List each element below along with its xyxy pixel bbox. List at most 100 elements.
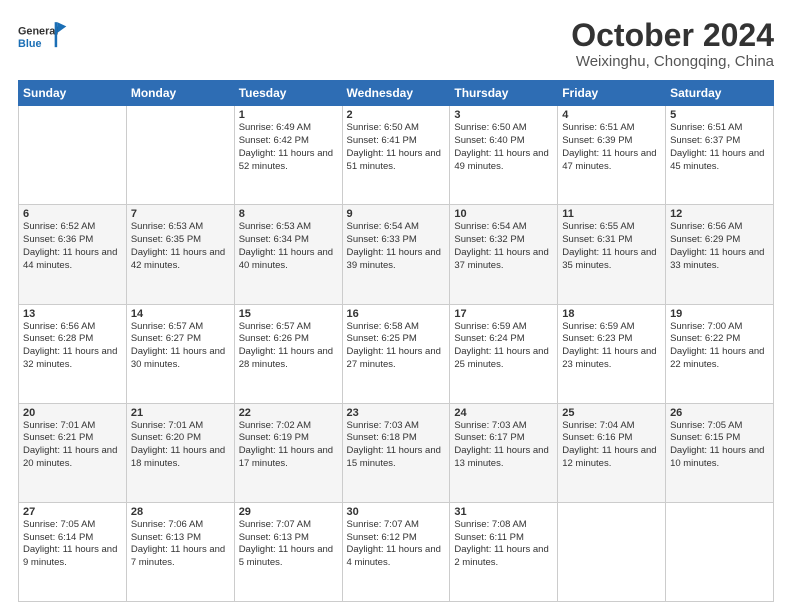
calendar-cell: 24Sunrise: 7:03 AM Sunset: 6:17 PM Dayli… bbox=[450, 403, 558, 502]
calendar-cell: 23Sunrise: 7:03 AM Sunset: 6:18 PM Dayli… bbox=[342, 403, 450, 502]
header-monday: Monday bbox=[126, 81, 234, 106]
cell-details: Sunrise: 7:05 AM Sunset: 6:14 PM Dayligh… bbox=[23, 519, 122, 570]
day-number: 16 bbox=[347, 308, 446, 320]
calendar-cell: 31Sunrise: 7:08 AM Sunset: 6:11 PM Dayli… bbox=[450, 502, 558, 601]
day-number: 21 bbox=[131, 407, 230, 419]
calendar-cell: 5Sunrise: 6:51 AM Sunset: 6:37 PM Daylig… bbox=[666, 106, 774, 205]
cell-details: Sunrise: 6:53 AM Sunset: 6:34 PM Dayligh… bbox=[239, 221, 338, 272]
calendar-week-4: 20Sunrise: 7:01 AM Sunset: 6:21 PM Dayli… bbox=[19, 403, 774, 502]
calendar-header-row: Sunday Monday Tuesday Wednesday Thursday… bbox=[19, 81, 774, 106]
cell-details: Sunrise: 6:55 AM Sunset: 6:31 PM Dayligh… bbox=[562, 221, 661, 272]
logo-icon: General Blue bbox=[18, 18, 68, 58]
subtitle: Weixinghu, Chongqing, China bbox=[571, 53, 774, 70]
day-number: 7 bbox=[131, 208, 230, 220]
calendar-cell: 26Sunrise: 7:05 AM Sunset: 6:15 PM Dayli… bbox=[666, 403, 774, 502]
cell-details: Sunrise: 7:07 AM Sunset: 6:12 PM Dayligh… bbox=[347, 519, 446, 570]
day-number: 25 bbox=[562, 407, 661, 419]
calendar-cell: 1Sunrise: 6:49 AM Sunset: 6:42 PM Daylig… bbox=[234, 106, 342, 205]
calendar-cell: 2Sunrise: 6:50 AM Sunset: 6:41 PM Daylig… bbox=[342, 106, 450, 205]
calendar-cell: 18Sunrise: 6:59 AM Sunset: 6:23 PM Dayli… bbox=[558, 304, 666, 403]
calendar-week-2: 6Sunrise: 6:52 AM Sunset: 6:36 PM Daylig… bbox=[19, 205, 774, 304]
calendar-cell: 3Sunrise: 6:50 AM Sunset: 6:40 PM Daylig… bbox=[450, 106, 558, 205]
calendar-cell: 17Sunrise: 6:59 AM Sunset: 6:24 PM Dayli… bbox=[450, 304, 558, 403]
header-sunday: Sunday bbox=[19, 81, 127, 106]
page: General Blue October 2024 Weixinghu, Cho… bbox=[0, 0, 792, 612]
calendar-cell: 22Sunrise: 7:02 AM Sunset: 6:19 PM Dayli… bbox=[234, 403, 342, 502]
calendar-week-3: 13Sunrise: 6:56 AM Sunset: 6:28 PM Dayli… bbox=[19, 304, 774, 403]
cell-details: Sunrise: 6:50 AM Sunset: 6:40 PM Dayligh… bbox=[454, 122, 553, 173]
day-number: 3 bbox=[454, 109, 553, 121]
calendar-cell: 25Sunrise: 7:04 AM Sunset: 6:16 PM Dayli… bbox=[558, 403, 666, 502]
cell-details: Sunrise: 7:03 AM Sunset: 6:18 PM Dayligh… bbox=[347, 420, 446, 471]
cell-details: Sunrise: 7:01 AM Sunset: 6:20 PM Dayligh… bbox=[131, 420, 230, 471]
logo: General Blue bbox=[18, 18, 68, 58]
title-area: October 2024 Weixinghu, Chongqing, China bbox=[571, 18, 774, 70]
cell-details: Sunrise: 6:53 AM Sunset: 6:35 PM Dayligh… bbox=[131, 221, 230, 272]
cell-details: Sunrise: 7:04 AM Sunset: 6:16 PM Dayligh… bbox=[562, 420, 661, 471]
cell-details: Sunrise: 7:03 AM Sunset: 6:17 PM Dayligh… bbox=[454, 420, 553, 471]
svg-text:General: General bbox=[18, 26, 58, 38]
calendar-table: Sunday Monday Tuesday Wednesday Thursday… bbox=[18, 80, 774, 602]
calendar-cell: 9Sunrise: 6:54 AM Sunset: 6:33 PM Daylig… bbox=[342, 205, 450, 304]
calendar-cell: 7Sunrise: 6:53 AM Sunset: 6:35 PM Daylig… bbox=[126, 205, 234, 304]
cell-details: Sunrise: 6:51 AM Sunset: 6:39 PM Dayligh… bbox=[562, 122, 661, 173]
day-number: 2 bbox=[347, 109, 446, 121]
day-number: 19 bbox=[670, 308, 769, 320]
calendar-cell bbox=[558, 502, 666, 601]
cell-details: Sunrise: 6:51 AM Sunset: 6:37 PM Dayligh… bbox=[670, 122, 769, 173]
day-number: 28 bbox=[131, 506, 230, 518]
calendar-cell bbox=[19, 106, 127, 205]
day-number: 24 bbox=[454, 407, 553, 419]
calendar-cell: 12Sunrise: 6:56 AM Sunset: 6:29 PM Dayli… bbox=[666, 205, 774, 304]
day-number: 5 bbox=[670, 109, 769, 121]
cell-details: Sunrise: 6:59 AM Sunset: 6:23 PM Dayligh… bbox=[562, 321, 661, 372]
day-number: 20 bbox=[23, 407, 122, 419]
cell-details: Sunrise: 6:54 AM Sunset: 6:32 PM Dayligh… bbox=[454, 221, 553, 272]
header: General Blue October 2024 Weixinghu, Cho… bbox=[18, 18, 774, 70]
calendar-cell bbox=[126, 106, 234, 205]
cell-details: Sunrise: 6:52 AM Sunset: 6:36 PM Dayligh… bbox=[23, 221, 122, 272]
svg-text:Blue: Blue bbox=[18, 38, 41, 50]
cell-details: Sunrise: 6:59 AM Sunset: 6:24 PM Dayligh… bbox=[454, 321, 553, 372]
cell-details: Sunrise: 7:00 AM Sunset: 6:22 PM Dayligh… bbox=[670, 321, 769, 372]
cell-details: Sunrise: 7:01 AM Sunset: 6:21 PM Dayligh… bbox=[23, 420, 122, 471]
day-number: 18 bbox=[562, 308, 661, 320]
calendar-cell: 4Sunrise: 6:51 AM Sunset: 6:39 PM Daylig… bbox=[558, 106, 666, 205]
main-title: October 2024 bbox=[571, 18, 774, 53]
day-number: 17 bbox=[454, 308, 553, 320]
cell-details: Sunrise: 7:06 AM Sunset: 6:13 PM Dayligh… bbox=[131, 519, 230, 570]
day-number: 15 bbox=[239, 308, 338, 320]
day-number: 1 bbox=[239, 109, 338, 121]
cell-details: Sunrise: 7:05 AM Sunset: 6:15 PM Dayligh… bbox=[670, 420, 769, 471]
calendar-cell: 21Sunrise: 7:01 AM Sunset: 6:20 PM Dayli… bbox=[126, 403, 234, 502]
calendar-cell: 8Sunrise: 6:53 AM Sunset: 6:34 PM Daylig… bbox=[234, 205, 342, 304]
day-number: 29 bbox=[239, 506, 338, 518]
day-number: 26 bbox=[670, 407, 769, 419]
calendar-cell: 30Sunrise: 7:07 AM Sunset: 6:12 PM Dayli… bbox=[342, 502, 450, 601]
cell-details: Sunrise: 6:58 AM Sunset: 6:25 PM Dayligh… bbox=[347, 321, 446, 372]
calendar-week-5: 27Sunrise: 7:05 AM Sunset: 6:14 PM Dayli… bbox=[19, 502, 774, 601]
day-number: 27 bbox=[23, 506, 122, 518]
calendar-cell: 28Sunrise: 7:06 AM Sunset: 6:13 PM Dayli… bbox=[126, 502, 234, 601]
day-number: 14 bbox=[131, 308, 230, 320]
header-friday: Friday bbox=[558, 81, 666, 106]
calendar-cell: 11Sunrise: 6:55 AM Sunset: 6:31 PM Dayli… bbox=[558, 205, 666, 304]
cell-details: Sunrise: 6:56 AM Sunset: 6:28 PM Dayligh… bbox=[23, 321, 122, 372]
day-number: 13 bbox=[23, 308, 122, 320]
calendar-cell: 29Sunrise: 7:07 AM Sunset: 6:13 PM Dayli… bbox=[234, 502, 342, 601]
calendar-week-1: 1Sunrise: 6:49 AM Sunset: 6:42 PM Daylig… bbox=[19, 106, 774, 205]
cell-details: Sunrise: 7:07 AM Sunset: 6:13 PM Dayligh… bbox=[239, 519, 338, 570]
header-thursday: Thursday bbox=[450, 81, 558, 106]
cell-details: Sunrise: 6:57 AM Sunset: 6:26 PM Dayligh… bbox=[239, 321, 338, 372]
day-number: 11 bbox=[562, 208, 661, 220]
calendar-cell: 6Sunrise: 6:52 AM Sunset: 6:36 PM Daylig… bbox=[19, 205, 127, 304]
calendar-cell: 19Sunrise: 7:00 AM Sunset: 6:22 PM Dayli… bbox=[666, 304, 774, 403]
calendar-cell: 20Sunrise: 7:01 AM Sunset: 6:21 PM Dayli… bbox=[19, 403, 127, 502]
cell-details: Sunrise: 6:49 AM Sunset: 6:42 PM Dayligh… bbox=[239, 122, 338, 173]
day-number: 6 bbox=[23, 208, 122, 220]
cell-details: Sunrise: 6:57 AM Sunset: 6:27 PM Dayligh… bbox=[131, 321, 230, 372]
calendar-cell: 27Sunrise: 7:05 AM Sunset: 6:14 PM Dayli… bbox=[19, 502, 127, 601]
cell-details: Sunrise: 7:02 AM Sunset: 6:19 PM Dayligh… bbox=[239, 420, 338, 471]
calendar-cell: 16Sunrise: 6:58 AM Sunset: 6:25 PM Dayli… bbox=[342, 304, 450, 403]
header-wednesday: Wednesday bbox=[342, 81, 450, 106]
